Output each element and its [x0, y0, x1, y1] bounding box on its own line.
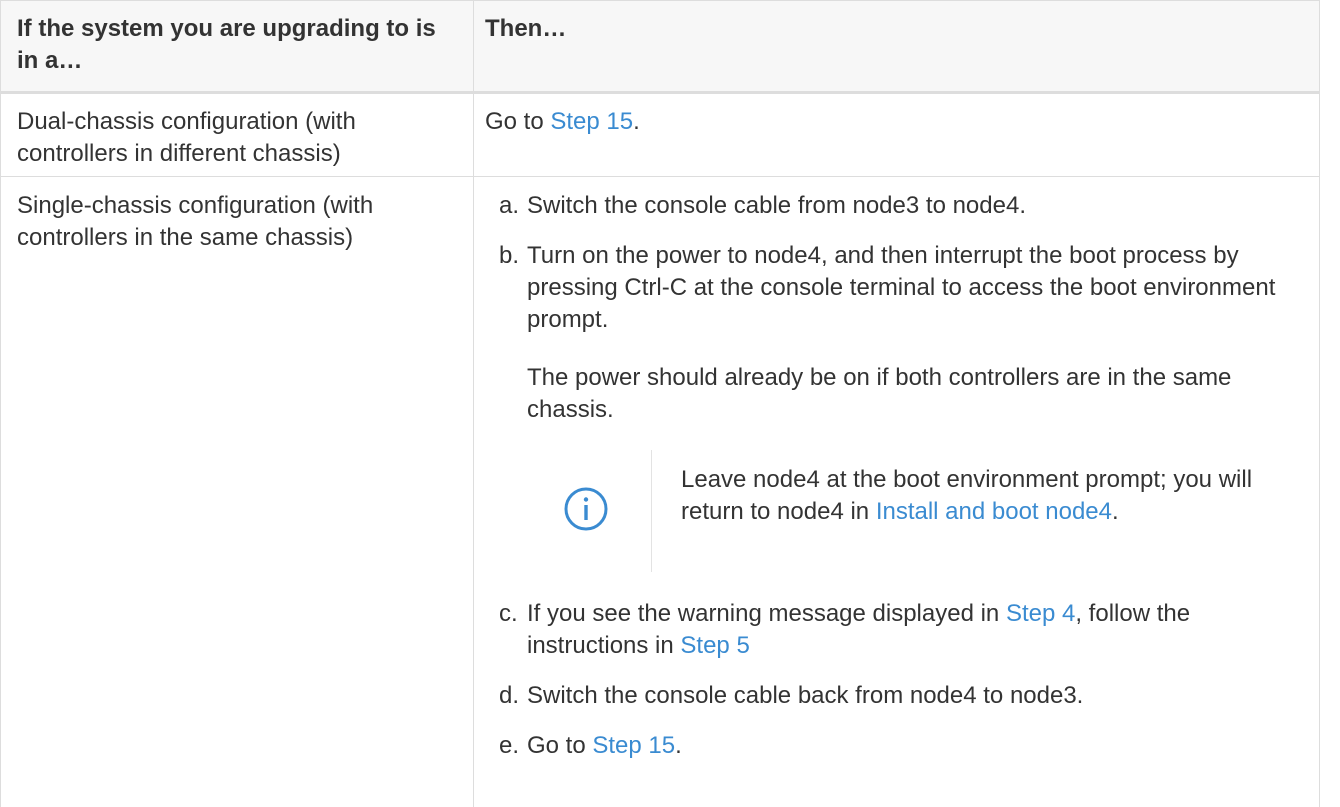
row-2-condition: Single-chassis configuration (with contr…: [17, 192, 374, 251]
row-2-steps: a. Switch the console cable from node3 t…: [499, 190, 1309, 426]
note-text: Leave node4 at the boot environment prom…: [681, 464, 1321, 528]
row-1-action-after: .: [633, 108, 640, 135]
step-a-text: Switch the console cable from node3 to n…: [527, 192, 1026, 219]
step-c-text: If you see the warning message displayed…: [527, 600, 1006, 627]
step-b-text: Turn on the power to node4, and then int…: [527, 242, 1276, 333]
step-c: c. If you see the warning message displa…: [499, 598, 1309, 662]
note-divider: [651, 450, 652, 572]
step-15-link[interactable]: Step 15: [550, 108, 633, 135]
step-a: a. Switch the console cable from node3 t…: [499, 190, 1309, 222]
step-e-text: Go to: [527, 732, 593, 759]
row-1-action-text: Go to: [485, 108, 551, 135]
row-2-steps-cont: c. If you see the warning message displa…: [499, 598, 1309, 762]
header-action: Then…: [485, 15, 567, 42]
note-text-after: .: [1112, 498, 1119, 525]
step-15-link-2[interactable]: Step 15: [592, 732, 675, 759]
step-b-marker: b.: [499, 242, 520, 269]
step-d-text: Switch the console cable back from node4…: [527, 682, 1084, 709]
step-5-link[interactable]: Step 5: [680, 632, 749, 659]
step-e: e. Go to Step 15.: [499, 730, 1309, 762]
install-and-boot-node4-link[interactable]: Install and boot node4: [876, 498, 1112, 525]
step-c-marker: c.: [499, 600, 518, 627]
step-b: b. Turn on the power to node4, and then …: [499, 240, 1309, 426]
column-divider: [473, 0, 474, 807]
step-4-link[interactable]: Step 4: [1006, 600, 1075, 627]
step-e-marker: e.: [499, 732, 520, 759]
row-1-condition: Dual-chassis configuration (with control…: [17, 108, 356, 167]
row-divider: [1, 176, 1319, 177]
header-condition: If the system you are upgrading to is in…: [17, 15, 436, 74]
step-d-marker: d.: [499, 682, 520, 709]
procedure-table: If the system you are upgrading to is in…: [0, 0, 1320, 807]
row-1-action: Go to Step 15.: [485, 106, 1305, 138]
step-b-extra: The power should already be on if both c…: [527, 364, 1232, 423]
step-d: d. Switch the console cable back from no…: [499, 680, 1309, 712]
step-a-marker: a.: [499, 192, 520, 219]
step-e-after: .: [675, 732, 682, 759]
note-admonition: Leave node4 at the boot environment prom…: [563, 450, 1323, 572]
info-icon: [564, 487, 608, 531]
